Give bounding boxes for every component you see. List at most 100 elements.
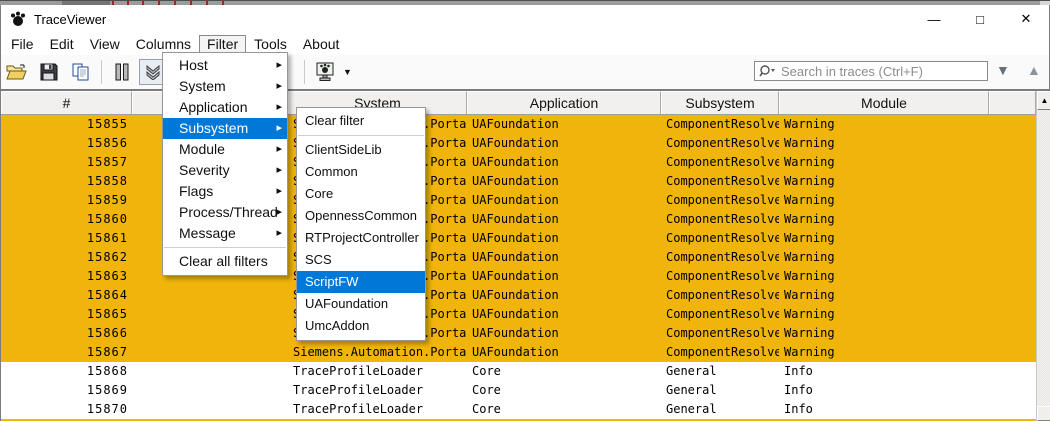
cell-application: TraceProfileLoader <box>288 400 467 419</box>
table-row[interactable]: 15864Siemens.Automation.PortalUAFoundati… <box>1 286 1036 305</box>
menu-item-label: Core <box>305 186 333 201</box>
filter-menu-item-severity[interactable]: Severity▸ <box>163 160 287 181</box>
submenu-item-uafoundation[interactable]: UAFoundation <box>297 293 425 315</box>
table-row[interactable]: 15859Siemens.Automation.PortalUAFoundati… <box>1 191 1036 210</box>
submenu-item-scs[interactable]: SCS <box>297 249 425 271</box>
submenu-item-scriptfw[interactable]: ScriptFW <box>297 271 425 293</box>
cell-system <box>132 400 288 419</box>
cell-severity: Warning <box>779 324 989 343</box>
filter-menu-item-process-thread[interactable]: Process/Thread▸ <box>163 202 287 223</box>
table-row[interactable]: 15866Siemens.Automation.PortalUAFoundati… <box>1 324 1036 343</box>
filter-menu-item-module[interactable]: Module▸ <box>163 139 287 160</box>
cell-severity: Warning <box>779 229 989 248</box>
filter-menu-item-flags[interactable]: Flags▸ <box>163 181 287 202</box>
subsystem-submenu-items: ClientSideLib Common Core OpennessCommon RTP… <box>297 139 425 337</box>
table-row[interactable]: 15858Siemens.Automation.PortalUAFoundati… <box>1 172 1036 191</box>
submenu-item-clear-filter[interactable]: Clear filter <box>297 110 425 132</box>
search-input[interactable] <box>754 61 988 81</box>
filter-menu-item-message[interactable]: Message▸ <box>163 223 287 244</box>
table-header-row: #SystemApplicationSubsystemModule <box>1 91 1036 115</box>
menubar-item-about[interactable]: About <box>295 35 348 53</box>
open-file-button[interactable] <box>2 58 32 86</box>
submenu-item-umcaddon[interactable]: UmcAddon <box>297 315 425 337</box>
pause-button[interactable] <box>107 58 137 86</box>
open-file-icon <box>6 63 28 81</box>
table-row[interactable]: 15865Siemens.Automation.PortalUAFoundati… <box>1 305 1036 324</box>
cell-number: 15867 <box>1 343 132 362</box>
cell-number: 15863 <box>1 267 132 286</box>
table-row[interactable]: 15867Siemens.Automation.PortalUAFoundati… <box>1 343 1036 362</box>
cell-module: ComponentResolver <box>661 286 779 305</box>
menubar-item-tools[interactable]: Tools <box>246 35 295 53</box>
cell-number: 15869 <box>1 381 132 400</box>
column-header--[interactable]: # <box>1 91 132 114</box>
search-previous-button[interactable]: ▲ <box>1027 63 1041 77</box>
menubar-item-edit[interactable]: Edit <box>42 35 82 53</box>
menubar-item-columns[interactable]: Columns <box>128 35 199 53</box>
submenu-item-core[interactable]: Core <box>297 183 425 205</box>
table-row[interactable]: 15860Siemens.Automation.PortalUAFoundati… <box>1 210 1036 229</box>
table-row[interactable]: 15869TraceProfileLoaderCoreGeneralInfo <box>1 381 1036 400</box>
filter-menu-item-system[interactable]: System▸ <box>163 76 287 97</box>
search-next-button[interactable]: ▼ <box>996 63 1010 77</box>
column-header-blank[interactable] <box>989 91 1036 114</box>
cell-number: 15859 <box>1 191 132 210</box>
submenu-item-rtprojectcontroller[interactable]: RTProjectController <box>297 227 425 249</box>
close-button[interactable]: ✕ <box>1003 5 1049 33</box>
column-header-module[interactable]: Module <box>779 91 989 114</box>
cell-subsystem: Core <box>467 381 661 400</box>
table-row[interactable]: 15870TraceProfileLoaderCoreGeneralInfo <box>1 400 1036 419</box>
table-row[interactable]: 15863Siemens.Automation.PortalUAFoundati… <box>1 267 1036 286</box>
table-row[interactable]: 15856Siemens.Automation.PortalUAFoundati… <box>1 134 1036 153</box>
table-row[interactable]: 15855Siemens.Automation.PortalUAFoundati… <box>1 115 1036 134</box>
table-row[interactable]: 15861Siemens.Automation.PortalUAFoundati… <box>1 229 1036 248</box>
scrollbar-up-button[interactable]: ▲ <box>1037 91 1050 110</box>
column-header-application[interactable]: Application <box>467 91 661 114</box>
cell-severity: Warning <box>779 210 989 229</box>
menu-item-label: RTProjectController <box>305 230 419 245</box>
cell-system <box>132 286 288 305</box>
cell-subsystem: Core <box>467 362 661 381</box>
menubar-item-view[interactable]: View <box>82 35 128 53</box>
table-row[interactable]: 15857Siemens.Automation.PortalUAFoundati… <box>1 153 1036 172</box>
cell-severity: Warning <box>779 191 989 210</box>
trace-table: #SystemApplicationSubsystemModule 15855S… <box>1 89 1050 421</box>
cell-subsystem: UAFoundation <box>467 248 661 267</box>
scrollbar-down-button[interactable] <box>1037 406 1050 421</box>
menu-item-label: Common <box>305 164 358 179</box>
menubar-item-filter[interactable]: Filter <box>199 35 246 53</box>
submenu-item-clientsidelib[interactable]: ClientSideLib <box>297 139 425 161</box>
filter-menu-item-clear-all-filters[interactable]: Clear all filters <box>163 251 287 272</box>
table-row[interactable]: 15862Siemens.Automation.PortalUAFoundati… <box>1 248 1036 267</box>
cell-number: 15856 <box>1 134 132 153</box>
save-button[interactable] <box>34 58 64 86</box>
vertical-scrollbar[interactable]: ▲ <box>1036 91 1050 421</box>
copy-button[interactable] <box>66 58 96 86</box>
cell-severity: Warning <box>779 267 989 286</box>
trace-display-button[interactable] <box>310 58 340 86</box>
filter-menu-item-subsystem[interactable]: Subsystem▸ <box>163 118 287 139</box>
maximize-button[interactable]: □ <box>957 5 1003 33</box>
cell-subsystem: UAFoundation <box>467 153 661 172</box>
menu-item-label: Host <box>179 57 208 73</box>
minimize-button[interactable]: — <box>911 5 957 33</box>
cell-severity: Warning <box>779 134 989 153</box>
filter-menu-item-application[interactable]: Application▸ <box>163 97 287 118</box>
cell-subsystem: Core <box>467 400 661 419</box>
cell-system <box>132 381 288 400</box>
save-icon <box>40 63 58 81</box>
cell-number: 15855 <box>1 115 132 134</box>
filter-menu-items: Host▸System▸Application▸Subsystem▸Module… <box>163 55 287 244</box>
display-dropdown-caret-icon[interactable]: ▼ <box>343 67 352 77</box>
cell-module: General <box>661 381 779 400</box>
submenu-item-opennesscommon[interactable]: OpennessCommon <box>297 205 425 227</box>
cell-subsystem: UAFoundation <box>467 210 661 229</box>
cell-subsystem: UAFoundation <box>467 191 661 210</box>
column-header-subsystem[interactable]: Subsystem <box>661 91 779 114</box>
menubar-item-file[interactable]: File <box>3 35 42 53</box>
menu-bar: FileEditViewColumnsFilterToolsAbout <box>1 33 1049 55</box>
filter-menu-item-host[interactable]: Host▸ <box>163 55 287 76</box>
submenu-arrow-icon: ▸ <box>276 139 282 160</box>
submenu-item-common[interactable]: Common <box>297 161 425 183</box>
table-row[interactable]: 15868TraceProfileLoaderCoreGeneralInfo <box>1 362 1036 381</box>
